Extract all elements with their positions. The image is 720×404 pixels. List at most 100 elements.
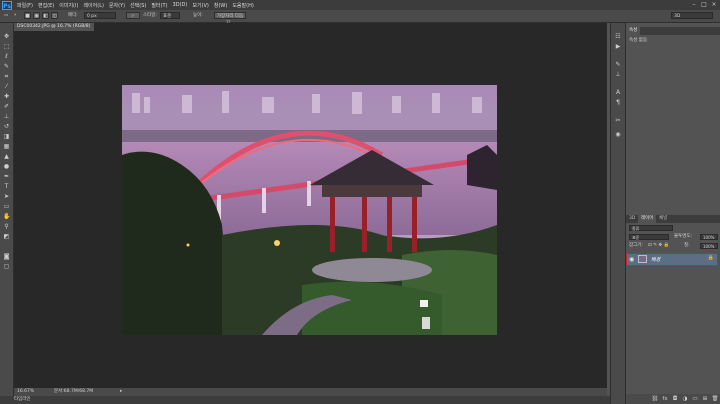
brush-tool-icon[interactable]: ✐ xyxy=(3,103,10,110)
document-tab[interactable]: DSC00342.JPG @ 16.7% (RGB/8) × xyxy=(14,23,94,37)
blend-mode-select[interactable]: 표준 xyxy=(629,234,669,240)
screen-mode-icon[interactable]: ▢ xyxy=(3,263,10,270)
tab-properties[interactable]: 속성 xyxy=(626,27,641,35)
document-photo[interactable] xyxy=(122,85,497,335)
window-controls: – □ × xyxy=(688,1,718,8)
tab-layers[interactable]: 레이어 xyxy=(638,215,657,223)
paragraph-panel-icon[interactable]: ¶ xyxy=(614,99,622,106)
layer-visibility-eye-icon[interactable]: ◉ xyxy=(629,256,634,263)
blur-tool-icon[interactable]: ▲ xyxy=(3,153,10,160)
move-tool-icon[interactable]: ✥ xyxy=(3,33,10,40)
close-button[interactable]: × xyxy=(710,1,718,8)
marquee-tool-icon[interactable]: ⬚ xyxy=(3,43,10,50)
type-tool-icon[interactable]: T xyxy=(3,183,10,190)
style-select[interactable]: 표준 xyxy=(160,12,180,19)
adjustment-layer-icon[interactable]: ◑ xyxy=(681,395,689,403)
layer-row-background[interactable]: ◉ 배경 🔒 xyxy=(626,253,718,266)
options-bar: ▭ ▾ ■ ▣ ◧ ◫ 페더: 0 px ✓ 스타일: 표준 높이: 가장자리 … xyxy=(0,10,720,26)
menu-window[interactable]: 창(W) xyxy=(214,2,227,9)
menu-3d[interactable]: 3D(D) xyxy=(173,2,188,8)
antialias-checkbox[interactable]: ✓ xyxy=(126,12,140,19)
minimize-button[interactable]: – xyxy=(690,1,698,8)
menu-image[interactable]: 이미지(I) xyxy=(59,2,78,9)
properties-panel-tabs: 속성 xyxy=(626,27,720,35)
lock-options-icon[interactable]: ⊡ ✎ ✥ 🔒 xyxy=(648,242,669,249)
add-selection-icon[interactable]: ▣ xyxy=(33,12,40,19)
zoom-level[interactable]: 16.67% xyxy=(17,388,34,396)
menu-edit[interactable]: 편집(E) xyxy=(38,2,54,9)
rectangle-tool-icon[interactable]: ▭ xyxy=(3,203,10,210)
layers-footer: ⛓ fx ◘ ◑ ▭ ⊞ 🗑 xyxy=(626,394,720,404)
tab-timeline[interactable]: 타임라인 xyxy=(14,397,31,403)
fill-input[interactable]: 100% xyxy=(700,243,718,249)
menu-help[interactable]: 도움말(H) xyxy=(232,2,253,9)
document-size: 문서:68.7M/68.7M xyxy=(54,389,94,394)
menu-select[interactable]: 선택(S) xyxy=(130,2,146,9)
layer-mask-icon[interactable]: ◘ xyxy=(671,395,679,403)
quick-selection-tool-icon[interactable]: ✎ xyxy=(3,63,10,70)
hand-tool-icon[interactable]: ✋ xyxy=(3,213,10,220)
new-group-icon[interactable]: ▭ xyxy=(691,395,699,403)
opacity-label: 불투명도: xyxy=(674,234,693,239)
gradient-tool-icon[interactable]: ▦ xyxy=(3,143,10,150)
maximize-button[interactable]: □ xyxy=(700,1,708,8)
menu-view[interactable]: 보기(V) xyxy=(192,2,209,9)
eraser-tool-icon[interactable]: ◨ xyxy=(3,133,10,140)
link-layers-icon[interactable]: ⛓ xyxy=(651,395,659,403)
right-panel: 속성 속성 없음 3D 레이어 채널 종류 표준 불투명도: 100% 잠그기:… xyxy=(625,23,720,404)
new-layer-icon[interactable]: ⊞ xyxy=(701,395,709,403)
photo-image xyxy=(122,85,497,335)
height-label: 높이: xyxy=(193,13,203,18)
tool-presets-panel-icon[interactable]: ✂ xyxy=(614,117,622,124)
feather-input[interactable]: 0 px xyxy=(84,12,116,19)
lock-label: 잠그기: xyxy=(629,243,643,248)
layer-name[interactable]: 배경 xyxy=(651,256,660,263)
layer-style-icon[interactable]: fx xyxy=(661,395,669,403)
menu-type[interactable]: 문자(Y) xyxy=(109,2,125,9)
style-label: 스타일: xyxy=(143,13,157,18)
layer-kind-filter[interactable]: 종류 xyxy=(629,225,673,231)
subtract-selection-icon[interactable]: ◧ xyxy=(42,12,49,19)
clone-stamp-tool-icon[interactable]: ⊥ xyxy=(3,113,10,120)
photoshop-logo: Ps xyxy=(2,0,12,10)
quick-mask-icon[interactable]: ◙ xyxy=(3,253,10,260)
brush-panel-icon[interactable]: ✎ xyxy=(614,61,622,68)
foreground-background-colors-icon[interactable]: ◩ xyxy=(3,233,10,240)
layer-thumbnail xyxy=(638,255,647,263)
crop-tool-icon[interactable]: ⌗ xyxy=(3,73,10,80)
eyedropper-tool-icon[interactable]: ⁄ xyxy=(3,83,10,90)
tab-channels[interactable]: 채널 xyxy=(656,215,670,223)
opacity-input[interactable]: 100% xyxy=(700,234,718,240)
menu-filter[interactable]: 필터(T) xyxy=(151,2,167,9)
lasso-tool-icon[interactable]: ℓ xyxy=(3,53,10,60)
menu-layer[interactable]: 레이어(L) xyxy=(83,2,104,9)
history-brush-tool-icon[interactable]: ↺ xyxy=(3,123,10,130)
feather-label: 페더: xyxy=(68,13,78,18)
layer-lock-icon: 🔒 xyxy=(707,255,714,261)
status-bar: 16.67% 문서:68.7M/68.7M ▸ xyxy=(14,388,607,396)
refine-edge-button[interactable]: 가장자리 다듬기... xyxy=(214,12,246,26)
dropdown-arrow-icon[interactable]: ▾ xyxy=(14,12,19,19)
tools-panel: ✥ ⬚ ℓ ✎ ⌗ ⁄ ✚ ✐ ⊥ ↺ ◨ ▦ ▲ ● ✒ T ➤ ▭ ✋ ⚲ … xyxy=(0,23,14,404)
intersect-selection-icon[interactable]: ◫ xyxy=(51,12,58,19)
status-menu-arrow-icon[interactable]: ▸ xyxy=(120,388,122,396)
info-panel-icon[interactable]: ◉ xyxy=(614,131,622,138)
pen-tool-icon[interactable]: ✒ xyxy=(3,173,10,180)
properties-empty-text: 속성 없음 xyxy=(629,38,647,43)
layers-panel-tabs: 3D 레이어 채널 xyxy=(626,215,720,223)
actions-panel-icon[interactable]: ▶ xyxy=(614,43,622,50)
delete-layer-icon[interactable]: 🗑 xyxy=(711,395,719,403)
path-selection-tool-icon[interactable]: ➤ xyxy=(3,193,10,200)
new-selection-icon[interactable]: ■ xyxy=(24,12,31,19)
dodge-tool-icon[interactable]: ● xyxy=(3,163,10,170)
fill-label: 칠: xyxy=(684,243,690,248)
tab-3d[interactable]: 3D xyxy=(626,215,638,223)
zoom-tool-icon[interactable]: ⚲ xyxy=(3,223,10,230)
healing-brush-tool-icon[interactable]: ✚ xyxy=(3,93,10,100)
character-panel-icon[interactable]: A xyxy=(614,89,622,96)
marquee-tool-icon[interactable]: ▭ xyxy=(4,12,12,19)
history-panel-icon[interactable]: ☷ xyxy=(614,33,622,40)
workspace-select[interactable]: 3D xyxy=(671,12,713,19)
clone-source-panel-icon[interactable]: ⊥ xyxy=(614,71,622,78)
menu-file[interactable]: 파일(F) xyxy=(17,2,33,9)
